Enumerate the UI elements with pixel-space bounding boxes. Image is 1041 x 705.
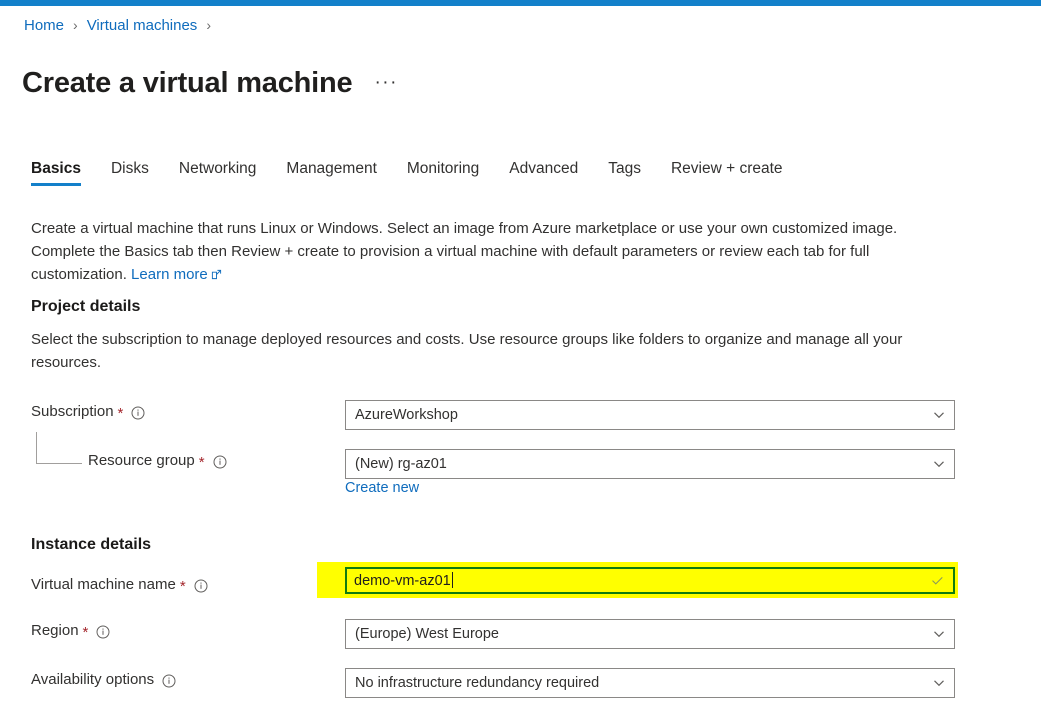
resource-group-label-text: Resource group xyxy=(88,452,195,469)
region-value: (Europe) West Europe xyxy=(355,626,499,642)
region-row: Region * (Europe) West Europe xyxy=(31,619,1011,649)
vm-name-text: demo-vm-az01 xyxy=(354,573,451,589)
subscription-value: AzureWorkshop xyxy=(355,407,458,423)
chevron-down-icon xyxy=(932,627,946,641)
instance-details-heading: Instance details xyxy=(31,536,152,553)
tab-management[interactable]: Management xyxy=(286,160,376,186)
info-icon[interactable] xyxy=(162,674,176,688)
vm-name-input[interactable]: demo-vm-az01 xyxy=(345,567,955,594)
more-options-button[interactable]: ··· xyxy=(374,73,397,92)
project-details-heading: Project details xyxy=(31,298,141,315)
create-new-resource-group-link[interactable]: Create new xyxy=(345,480,419,496)
required-asterisk: * xyxy=(179,578,186,595)
tab-basics[interactable]: Basics xyxy=(31,160,81,186)
vm-name-label: Virtual machine name * xyxy=(31,576,208,595)
availability-options-row: Availability options No infrastructure r… xyxy=(31,668,1011,698)
external-link-icon xyxy=(211,264,222,287)
breadcrumb-separator-icon: › xyxy=(73,17,78,33)
breadcrumb-item-home[interactable]: Home xyxy=(24,17,64,34)
info-icon[interactable] xyxy=(96,625,110,639)
tab-tags[interactable]: Tags xyxy=(608,160,641,186)
availability-options-label-text: Availability options xyxy=(31,671,155,688)
availability-options-dropdown[interactable]: No infrastructure redundancy required xyxy=(345,668,955,698)
subscription-row: Subscription * AzureWorkshop xyxy=(31,400,1011,430)
create-vm-page: Home › Virtual machines › Create a virtu… xyxy=(0,0,1041,705)
vm-name-label-text: Virtual machine name xyxy=(31,576,176,593)
tab-review-create[interactable]: Review + create xyxy=(671,160,783,186)
subscription-label: Subscription * xyxy=(31,403,145,422)
page-header: Create a virtual machine ··· xyxy=(22,48,398,120)
breadcrumb-separator-icon: › xyxy=(206,17,211,33)
required-asterisk: * xyxy=(82,624,89,641)
subscription-label-text: Subscription xyxy=(31,403,114,420)
info-icon[interactable] xyxy=(131,406,145,420)
learn-more-link[interactable]: Learn more xyxy=(131,266,222,283)
tab-disks[interactable]: Disks xyxy=(111,160,149,186)
availability-options-label: Availability options xyxy=(31,671,176,688)
top-accent-bar xyxy=(0,0,1041,6)
required-asterisk: * xyxy=(198,454,205,471)
text-cursor xyxy=(451,572,453,588)
tab-networking[interactable]: Networking xyxy=(179,160,257,186)
info-icon[interactable] xyxy=(194,579,208,593)
project-details-description: Select the subscription to manage deploy… xyxy=(31,331,903,371)
resource-group-value: (New) rg-az01 xyxy=(355,456,447,472)
chevron-down-icon xyxy=(932,408,946,422)
resource-group-row: Resource group * (New) rg-az01 xyxy=(31,449,1011,479)
availability-options-value: No infrastructure redundancy required xyxy=(355,675,600,691)
chevron-down-icon xyxy=(932,676,946,690)
resource-group-dropdown[interactable]: (New) rg-az01 xyxy=(345,449,955,479)
chevron-down-icon xyxy=(932,457,946,471)
region-label: Region * xyxy=(31,622,110,641)
vm-name-value: demo-vm-az01 xyxy=(354,572,930,589)
valid-check-icon xyxy=(930,573,945,588)
region-dropdown[interactable]: (Europe) West Europe xyxy=(345,619,955,649)
required-asterisk: * xyxy=(117,405,124,422)
region-label-text: Region xyxy=(31,622,79,639)
page-title: Create a virtual machine xyxy=(22,67,353,100)
tab-advanced[interactable]: Advanced xyxy=(509,160,578,186)
subscription-dropdown[interactable]: AzureWorkshop xyxy=(345,400,955,430)
resource-group-label: Resource group * xyxy=(88,452,227,471)
breadcrumb: Home › Virtual machines › xyxy=(24,14,220,36)
info-icon[interactable] xyxy=(213,455,227,469)
tab-bar: Basics Disks Networking Management Monit… xyxy=(31,152,783,186)
learn-more-label: Learn more xyxy=(131,266,208,283)
intro-paragraph: Create a virtual machine that runs Linux… xyxy=(31,217,951,287)
tab-monitoring[interactable]: Monitoring xyxy=(407,160,479,186)
breadcrumb-item-virtual-machines[interactable]: Virtual machines xyxy=(87,17,198,34)
